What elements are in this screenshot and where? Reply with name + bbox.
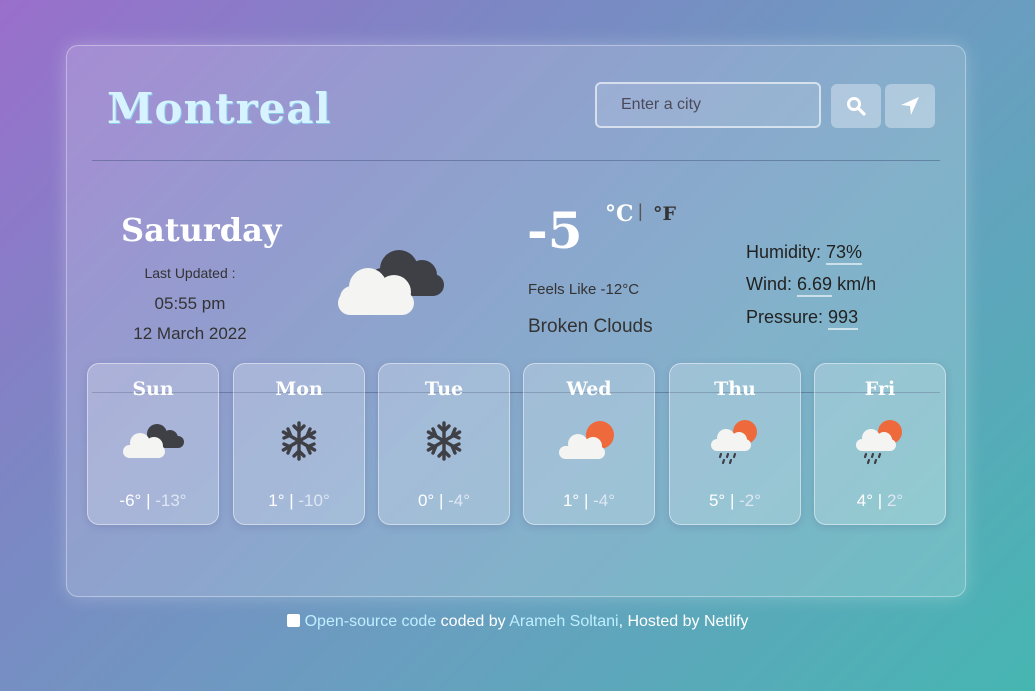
wind-stat: Wind: 6.69 km/h bbox=[746, 274, 877, 297]
wind-label: Wind: bbox=[746, 274, 793, 294]
forecast-day: Mon bbox=[275, 378, 323, 400]
wind-unit: km/h bbox=[837, 274, 877, 294]
forecast-separator: | bbox=[583, 491, 589, 510]
unit-separator: | bbox=[638, 201, 643, 221]
pressure-stat: Pressure: 993 bbox=[746, 307, 859, 330]
search-icon bbox=[847, 97, 866, 116]
last-updated-label: Last Updated : bbox=[144, 265, 236, 281]
forecast-max: 0° bbox=[417, 491, 435, 510]
forecast-day: Tue bbox=[424, 378, 464, 400]
author-link[interactable]: Arameh Soltani bbox=[509, 613, 618, 630]
forecast-max: 1° bbox=[562, 491, 580, 510]
fahrenheit-toggle[interactable]: °F bbox=[653, 203, 676, 225]
forecast-min: -4° bbox=[593, 491, 616, 510]
coded-by-text: coded by bbox=[436, 613, 510, 630]
humidity-label: Humidity: bbox=[746, 242, 822, 262]
partly-cloudy-icon bbox=[524, 418, 654, 464]
humidity-value: 73% bbox=[826, 242, 863, 265]
forecast-temps: 1° | -10° bbox=[234, 491, 364, 511]
forecast-card-thu: Thu 5° | -2° bbox=[669, 363, 801, 525]
forecast-temps: 5° | -2° bbox=[670, 491, 800, 511]
forecast-day: Thu bbox=[714, 378, 756, 400]
forecast-min: 2° bbox=[886, 491, 904, 510]
forecast-separator: | bbox=[438, 491, 444, 510]
celsius-toggle[interactable]: °C bbox=[605, 201, 634, 227]
forecast-temps: 1° | -4° bbox=[524, 491, 654, 511]
rain-sun-icon bbox=[670, 418, 800, 468]
forecast-max: 5° bbox=[708, 491, 726, 510]
forecast-separator: | bbox=[877, 491, 883, 510]
forecast-separator: | bbox=[729, 491, 735, 510]
current-day: Saturday bbox=[121, 211, 282, 249]
forecast-card-fri: Fri 4° | 2° bbox=[814, 363, 946, 525]
forecast-day: Fri bbox=[864, 378, 896, 400]
source-code-link[interactable]: Open-source code bbox=[305, 613, 437, 630]
forecast-temps: 0° | -4° bbox=[379, 491, 509, 511]
snowflake-icon bbox=[234, 418, 364, 464]
search-button[interactable] bbox=[831, 84, 881, 128]
forecast-max: 1° bbox=[268, 491, 285, 510]
forecast-day: Wed bbox=[566, 378, 612, 400]
last-updated-date: 12 March 2022 bbox=[133, 324, 247, 343]
forecast-card-sun: Sun -6° | -13° bbox=[87, 363, 219, 525]
forecast-min: -10° bbox=[298, 491, 330, 510]
forecast-card-mon: Mon 1° | -10° bbox=[233, 363, 365, 525]
hosted-by-text: , Hosted by Netlify bbox=[618, 613, 749, 630]
forecast-temps: 4° | 2° bbox=[815, 491, 945, 511]
broken-clouds-icon bbox=[332, 236, 452, 331]
city-name: Montreal bbox=[107, 84, 332, 133]
forecast-separator: | bbox=[289, 491, 294, 510]
pressure-value: 993 bbox=[828, 307, 859, 330]
location-arrow-icon bbox=[901, 97, 919, 115]
feels-like: Feels Like -12°C bbox=[528, 281, 640, 298]
forecast-max: 4° bbox=[856, 491, 874, 510]
snowflake-icon bbox=[379, 418, 509, 464]
wind-value: 6.69 bbox=[797, 274, 833, 297]
forecast-min: -2° bbox=[739, 491, 762, 510]
header-divider bbox=[92, 160, 940, 161]
forecast-min: -13° bbox=[155, 491, 187, 510]
forecast-temps: -6° | -13° bbox=[88, 491, 218, 511]
current-location-button[interactable] bbox=[885, 84, 935, 128]
forecast-min: -4° bbox=[448, 491, 471, 510]
humidity-stat: Humidity: 73% bbox=[746, 242, 863, 265]
pressure-label: Pressure: bbox=[746, 307, 824, 327]
forecast-separator: | bbox=[146, 491, 151, 510]
github-icon bbox=[286, 614, 300, 627]
weather-description: Broken Clouds bbox=[528, 316, 653, 337]
last-updated-time: 05:55 pm bbox=[154, 294, 226, 313]
forecast-card-wed: Wed 1° | -4° bbox=[523, 363, 655, 525]
rain-sun-icon bbox=[815, 418, 945, 468]
forecast-max: -6° bbox=[119, 491, 142, 510]
city-search-input[interactable] bbox=[595, 82, 821, 128]
footer: Open-source code coded by Arameh Soltani… bbox=[0, 613, 1035, 631]
current-temperature: -5 bbox=[527, 201, 583, 260]
forecast-divider bbox=[92, 392, 940, 393]
broken-clouds-icon bbox=[88, 418, 218, 464]
forecast-card-tue: Tue 0° | -4° bbox=[378, 363, 510, 525]
forecast-day: Sun bbox=[132, 378, 174, 400]
